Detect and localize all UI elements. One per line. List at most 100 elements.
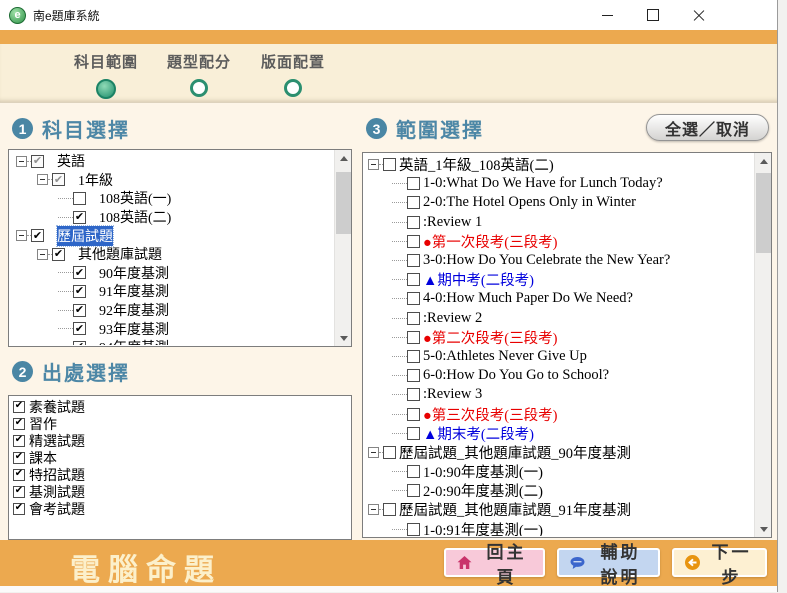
checkbox[interactable] — [407, 177, 420, 190]
tree-row[interactable]: 英語_1年級_108英語(二) — [364, 155, 753, 174]
tree-row[interactable]: 108英語(二) — [10, 208, 333, 227]
tree-row[interactable]: 歷屆試題 — [10, 226, 333, 245]
select-all-toggle-button[interactable]: 全選／取消 — [646, 114, 769, 141]
collapse-minus-icon[interactable] — [16, 156, 27, 167]
checkbox[interactable] — [73, 341, 86, 345]
scroll-up-icon[interactable] — [755, 153, 772, 169]
tree-row[interactable]: 6-0:How Do You Go to School? — [364, 366, 753, 385]
scrollbar-thumb[interactable] — [756, 173, 771, 253]
collapse-minus-icon[interactable] — [37, 174, 48, 185]
checkbox[interactable] — [31, 229, 44, 242]
checkbox[interactable] — [407, 350, 420, 363]
checkbox[interactable] — [407, 427, 420, 440]
collapse-minus-icon[interactable] — [368, 447, 379, 458]
tree-row[interactable]: 1-0:What Do We Have for Lunch Today? — [364, 174, 753, 193]
help-button[interactable]: 輔助說明 — [557, 548, 660, 577]
tree-row[interactable]: 英語 — [10, 152, 333, 171]
checkbox[interactable] — [13, 503, 25, 515]
tree-row[interactable]: 1-0:91年度基測(一) — [364, 520, 753, 536]
next-step-button[interactable]: 下一步 — [672, 548, 767, 577]
collapse-minus-icon[interactable] — [368, 159, 379, 170]
scroll-up-icon[interactable] — [335, 150, 352, 166]
checkbox[interactable] — [407, 196, 420, 209]
list-item[interactable]: 基測試題 — [10, 483, 350, 500]
checkbox[interactable] — [407, 369, 420, 382]
tree-row[interactable]: 93年度基測 — [10, 319, 333, 338]
tree-row[interactable]: ●第一次段考(三段考) — [364, 232, 753, 251]
tree-row[interactable]: :Review 2 — [364, 309, 753, 328]
tree-row[interactable]: 2-0:The Hotel Opens Only in Winter — [364, 193, 753, 212]
checkbox[interactable] — [407, 331, 420, 344]
checkbox[interactable] — [73, 192, 86, 205]
close-icon[interactable] — [676, 0, 722, 30]
tree-row[interactable]: ●第二次段考(三段考) — [364, 328, 753, 347]
scroll-down-icon[interactable] — [335, 330, 352, 346]
minimize-icon[interactable] — [584, 0, 630, 30]
tree-row[interactable]: 108英語(一) — [10, 189, 333, 208]
tree-row[interactable]: 3-0:How Do You Celebrate the New Year? — [364, 251, 753, 270]
tree-row[interactable]: ▲期中考(二段考) — [364, 270, 753, 289]
tree-row[interactable]: 2-0:90年度基測(二) — [364, 481, 753, 500]
tree-row[interactable]: 1-0:90年度基測(一) — [364, 462, 753, 481]
checkbox[interactable] — [13, 418, 25, 430]
tree-row[interactable]: 90年度基測 — [10, 264, 333, 283]
list-item[interactable]: 習作 — [10, 415, 350, 432]
tree-row[interactable]: 4-0:How Much Paper Do We Need? — [364, 289, 753, 308]
tree-row[interactable]: 5-0:Athletes Never Give Up — [364, 347, 753, 366]
checkbox[interactable] — [407, 523, 420, 536]
tree-row[interactable]: 91年度基測 — [10, 282, 333, 301]
checkbox[interactable] — [407, 216, 420, 229]
checkbox[interactable] — [407, 388, 420, 401]
scrollbar-thumb[interactable] — [336, 172, 351, 234]
list-item[interactable]: 特招試題 — [10, 466, 350, 483]
tree-row[interactable]: 歷屆試題_其他題庫試題_90年度基測 — [364, 443, 753, 462]
collapse-minus-icon[interactable] — [37, 249, 48, 260]
list-item[interactable]: 精選試題 — [10, 432, 350, 449]
checkbox[interactable] — [407, 273, 420, 286]
collapse-minus-icon[interactable] — [16, 230, 27, 241]
scrollbar[interactable] — [334, 150, 351, 346]
checkbox[interactable] — [407, 484, 420, 497]
checkbox[interactable] — [407, 312, 420, 325]
checkbox[interactable] — [13, 401, 25, 413]
collapse-minus-icon[interactable] — [368, 504, 379, 515]
checkbox[interactable] — [31, 155, 44, 168]
checkbox[interactable] — [407, 465, 420, 478]
tree-row[interactable]: 其他題庫試題 — [10, 245, 333, 264]
maximize-icon[interactable] — [630, 0, 676, 30]
checkbox[interactable] — [73, 322, 86, 335]
checkbox[interactable] — [13, 486, 25, 498]
home-button[interactable]: 回主頁 — [444, 548, 545, 577]
tree-item-label: ▲期末考(二段考) — [423, 423, 534, 444]
tree-row[interactable]: ●第三次段考(三段考) — [364, 404, 753, 423]
scrollbar[interactable] — [754, 153, 771, 537]
checkbox[interactable] — [383, 158, 396, 171]
scroll-down-icon[interactable] — [755, 521, 772, 537]
list-item[interactable]: 會考試題 — [10, 500, 350, 517]
checkbox[interactable] — [407, 235, 420, 248]
checkbox[interactable] — [73, 211, 86, 224]
checkbox[interactable] — [13, 469, 25, 481]
checkbox[interactable] — [52, 248, 65, 261]
checkbox[interactable] — [407, 254, 420, 267]
checkbox[interactable] — [52, 173, 65, 186]
checkbox[interactable] — [407, 292, 420, 305]
checkbox[interactable] — [383, 503, 396, 516]
checkbox[interactable] — [407, 408, 420, 421]
list-item[interactable]: 課本 — [10, 449, 350, 466]
checkbox[interactable] — [73, 266, 86, 279]
checkbox[interactable] — [13, 435, 25, 447]
checkbox[interactable] — [383, 446, 396, 459]
tree-row[interactable]: 1年級 — [10, 171, 333, 190]
list-item[interactable]: 素養試題 — [10, 398, 350, 415]
checkbox[interactable] — [73, 304, 86, 317]
tree-row[interactable]: :Review 1 — [364, 213, 753, 232]
tree-row[interactable]: 94年度基測 — [10, 338, 333, 345]
checkbox[interactable] — [73, 285, 86, 298]
tree-row[interactable]: 歷屆試題_其他題庫試題_91年度基測 — [364, 500, 753, 519]
checkbox[interactable] — [13, 452, 25, 464]
tree-row[interactable]: 92年度基測 — [10, 301, 333, 320]
tree-row[interactable]: ▲期末考(二段考) — [364, 424, 753, 443]
tree-connector — [392, 490, 407, 491]
tree-row[interactable]: :Review 3 — [364, 385, 753, 404]
